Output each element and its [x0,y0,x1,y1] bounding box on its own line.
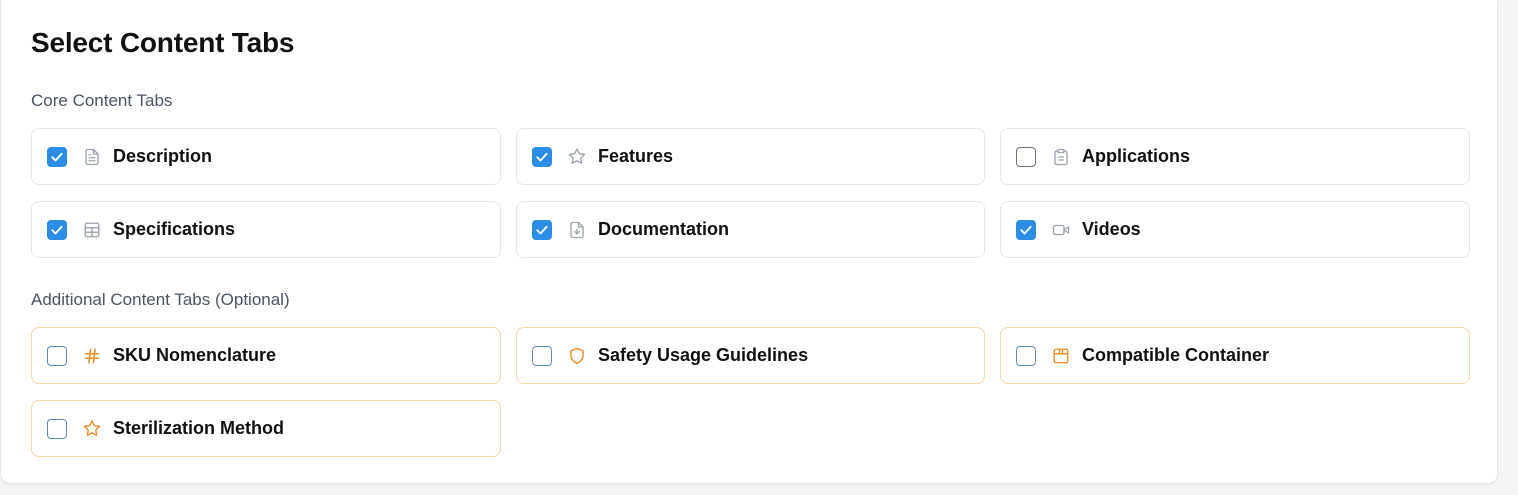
table-icon [83,221,101,239]
tab-option-compatible-container[interactable]: Compatible Container [1000,327,1470,384]
tab-checkbox-description[interactable] [47,146,67,167]
tab-checkbox-features[interactable] [532,146,552,167]
tab-checkbox-specifications[interactable] [47,219,67,240]
hash-icon [83,347,101,365]
tab-option-label: Specifications [113,219,236,239]
additional-section-label: Additional Content Tabs (Optional) [31,290,290,309]
tab-option-sterilization-method[interactable]: Sterilization Method [31,400,501,457]
tab-option-sku-nomenclature[interactable]: SKU Nomenclature [31,327,501,384]
content-tabs-card: Select Content Tabs Core Content Tabs De… [0,0,1498,484]
tab-option-specifications[interactable]: Specifications [31,201,501,258]
tab-option-label: Description [113,146,213,166]
tab-option-features[interactable]: Features [516,128,985,185]
tab-option-label: Applications [1082,146,1191,166]
document-icon [83,148,101,166]
tab-checkbox-safety-usage-guidelines[interactable] [532,345,552,366]
shield-icon [568,347,586,365]
clipboard-icon [1052,148,1070,166]
star-icon [568,148,586,166]
tab-option-safety-usage-guidelines[interactable]: Safety Usage Guidelines [516,327,985,384]
tab-checkbox-sku-nomenclature[interactable] [47,345,67,366]
tab-checkbox-compatible-container[interactable] [1016,345,1036,366]
tab-option-label: Safety Usage Guidelines [598,345,809,365]
tab-option-label: Documentation [598,219,730,239]
tab-option-description[interactable]: Description [31,128,501,185]
video-icon [1052,221,1070,239]
tab-checkbox-videos[interactable] [1016,219,1036,240]
tab-checkbox-sterilization-method[interactable] [47,418,67,439]
core-tabs-grid: Description Features Applications Specifica… [31,128,1470,258]
tab-option-label: SKU Nomenclature [113,345,277,365]
tab-option-label: Compatible Container [1082,345,1270,365]
package-icon [1052,347,1070,365]
tab-checkbox-documentation[interactable] [532,219,552,240]
tab-checkbox-applications[interactable] [1016,146,1036,167]
core-section-label: Core Content Tabs [31,91,173,110]
tab-option-documentation[interactable]: Documentation [516,201,985,258]
additional-tabs-grid: SKU Nomenclature Safety Usage Guidelines C… [31,327,1470,457]
file-download-icon [568,221,586,239]
tab-option-applications[interactable]: Applications [1000,128,1470,185]
page-title: Select Content Tabs [31,27,295,58]
tab-option-videos[interactable]: Videos [1000,201,1470,258]
tab-option-label: Sterilization Method [113,418,284,438]
tab-option-label: Videos [1082,219,1141,239]
tab-option-label: Features [598,146,674,166]
star-icon [83,420,101,438]
